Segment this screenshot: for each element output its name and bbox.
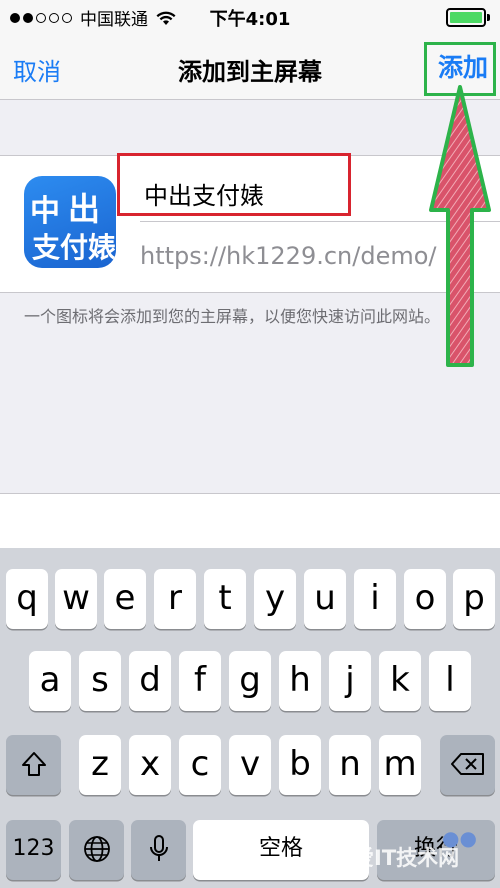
app-icon: 中 出 支付婊: [24, 176, 116, 268]
watermark: 我爱IT技术网 ●●: [332, 826, 477, 870]
key-c[interactable]: c: [179, 735, 221, 795]
backspace-icon: [450, 753, 484, 775]
key-g[interactable]: g: [229, 651, 271, 711]
key-n[interactable]: n: [329, 735, 371, 795]
key-e[interactable]: e: [104, 569, 146, 629]
key-l[interactable]: l: [429, 651, 471, 711]
paw-icon: ●●: [442, 826, 477, 850]
dictation-key[interactable]: [131, 820, 186, 880]
key-h[interactable]: h: [279, 651, 321, 711]
key-d[interactable]: d: [129, 651, 171, 711]
key-j[interactable]: j: [329, 651, 371, 711]
battery-icon: [446, 8, 490, 27]
shift-icon: [21, 752, 46, 776]
key-m[interactable]: m: [379, 735, 421, 795]
key-f[interactable]: f: [179, 651, 221, 711]
key-i[interactable]: i: [354, 569, 396, 629]
key-p[interactable]: p: [453, 569, 495, 629]
key-v[interactable]: v: [229, 735, 271, 795]
hint-text: 一个图标将会添加到您的主屏幕，以便您快速访问此网站。: [24, 307, 441, 326]
numbers-key[interactable]: 123: [6, 820, 61, 880]
key-y[interactable]: y: [254, 569, 296, 629]
up-arrow-icon: [429, 85, 491, 367]
key-t[interactable]: t: [204, 569, 246, 629]
empty-area: [0, 493, 500, 548]
key-z[interactable]: z: [79, 735, 121, 795]
key-w[interactable]: w: [55, 569, 97, 629]
status-time: 下午4:01: [209, 9, 291, 30]
key-b[interactable]: b: [279, 735, 321, 795]
key-a[interactable]: a: [29, 651, 71, 711]
key-r[interactable]: r: [154, 569, 196, 629]
globe-key[interactable]: [69, 820, 124, 880]
key-s[interactable]: s: [79, 651, 121, 711]
key-u[interactable]: u: [304, 569, 346, 629]
name-highlight-box: [117, 153, 351, 216]
key-k[interactable]: k: [379, 651, 421, 711]
site-url: https://hk1229.cn/demo/: [140, 242, 437, 270]
shift-key[interactable]: [6, 735, 61, 795]
status-bar: 中国联通 下午4:01: [0, 0, 500, 34]
key-o[interactable]: o: [404, 569, 446, 629]
microphone-icon: [149, 835, 168, 861]
key-x[interactable]: x: [129, 735, 171, 795]
delete-key[interactable]: [440, 735, 495, 795]
globe-icon: [83, 836, 110, 862]
key-q[interactable]: q: [6, 569, 48, 629]
